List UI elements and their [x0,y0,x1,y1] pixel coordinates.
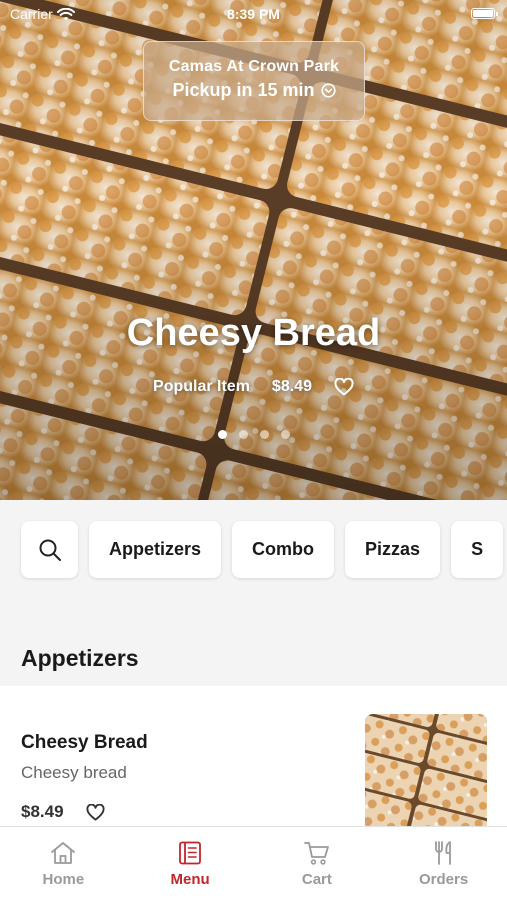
item-thumbnail [365,714,487,826]
carousel-dot[interactable] [280,430,290,439]
carousel-dot[interactable] [259,430,269,439]
popular-tag: Popular Item [153,378,250,395]
category-combo[interactable]: Combo [232,521,335,578]
tab-bar: Home Menu Cart Orders [0,826,507,900]
item-description: Cheesy bread [21,763,127,782]
hero-banner[interactable]: Carrier 8:39 PM Camas At Crown Park Pick… [0,0,507,500]
item-name: Cheesy Bread [21,732,148,753]
search-icon [39,539,61,561]
pickup-time: Pickup in 15 min [172,80,315,100]
tab-label: Cart [301,871,332,888]
cart-icon [303,839,331,867]
item-price-row: $8.49 [21,802,105,822]
battery-icon [471,8,498,19]
pickup-time-row: Pickup in 15 min [144,80,364,101]
hero-title: Cheesy Bread [126,312,381,354]
category-pizzas[interactable]: Pizzas [345,521,441,578]
chevron-down-circle-icon [320,83,336,98]
status-bar: Carrier 8:39 PM [0,0,507,28]
carousel-indicator[interactable] [0,430,507,439]
store-name: Camas At Crown Park [168,58,340,75]
home-icon [49,839,77,867]
hero-price: $8.49 [271,378,312,395]
category-partial[interactable]: S [451,521,504,578]
category-appetizers[interactable]: Appetizers [89,521,222,578]
item-price: $8.49 [21,802,64,821]
menu-icon [177,839,203,867]
tab-label: Home [42,871,85,888]
hero-meta: Popular Item $8.49 [0,378,507,396]
tab-label: Orders [419,871,469,888]
orders-icon [431,839,457,867]
location-selector[interactable]: Camas At Crown Park Pickup in 15 min [143,41,365,121]
tab-menu[interactable]: Menu [127,827,254,900]
tab-orders[interactable]: Orders [380,827,507,900]
menu-item-card[interactable]: Cheesy Bread Cheesy bread $8.49 [0,686,507,826]
tab-cart[interactable]: Cart [254,827,381,900]
carousel-dot[interactable] [217,430,227,439]
section-title: Appetizers [21,645,139,671]
heart-icon[interactable] [334,378,354,396]
status-time: 8:39 PM [227,6,280,22]
carousel-dot[interactable] [238,430,248,439]
heart-icon[interactable] [86,803,105,821]
category-bar: Appetizers Combo Pizzas S [0,500,507,610]
tab-label: Menu [170,871,210,888]
tab-home[interactable]: Home [0,827,127,900]
category-scroller[interactable]: Appetizers Combo Pizzas S [21,521,504,578]
search-button[interactable] [21,521,78,578]
